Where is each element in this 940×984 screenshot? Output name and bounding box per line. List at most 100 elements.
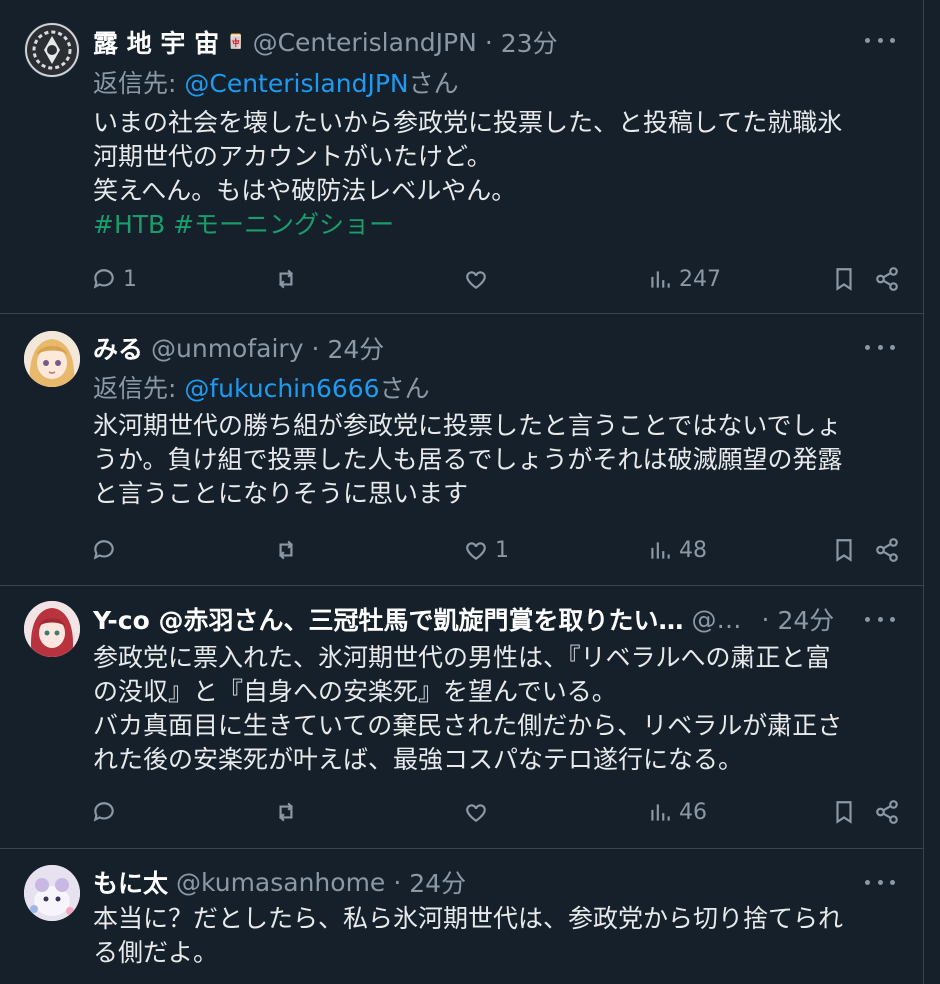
more-icon[interactable] [865, 337, 895, 357]
tweet[interactable]: みる @unmofairy · 24分 返信先: @fukuchin6666さん… [0, 313, 923, 586]
text-line: れた後の安楽死が叶えば、最強コスパなテロ遂行になる。 [93, 745, 744, 774]
user-handle[interactable]: @kumasanhome [176, 868, 385, 897]
views-count: 247 [679, 266, 721, 292]
separator-dot: · [761, 604, 770, 634]
views-count: 48 [679, 537, 707, 563]
action-bar: 1 48 [91, 533, 898, 567]
bookmark-icon [836, 268, 852, 291]
bookmark-button[interactable] [831, 262, 857, 296]
more-icon[interactable] [865, 872, 895, 892]
display-name[interactable]: 露 地 宇 宙 [93, 24, 219, 60]
display-name[interactable]: みる [93, 330, 143, 366]
like-button[interactable]: 1 [463, 533, 509, 567]
share-icon [876, 538, 898, 562]
bookmark-icon [836, 801, 852, 824]
reply-prefix: 返信先: [93, 374, 185, 403]
tweet-text: 本当に？だとしたら、私ら氷河期世代は、参政党から切り捨てられ る側だよ。 [93, 902, 897, 970]
text-line: 笑えへん。もはや破防法レベルやん。 [93, 176, 517, 205]
separator-dot: · [484, 27, 493, 57]
display-name[interactable]: もに太 [93, 864, 168, 900]
text-line: 氷河期世代の勝ち組が参政党に投票したと言うことではないでしょ [93, 411, 842, 440]
emoji-badge: 🀄 [227, 34, 245, 50]
separator-dot: · [393, 867, 402, 897]
views-button[interactable]: 46 [647, 795, 707, 829]
action-bar: 1 247 [91, 262, 898, 296]
views-icon [651, 271, 670, 288]
tweet-header: もに太 @kumasanhome · 24分 [93, 864, 863, 900]
text-line: 参政党に票入れた、氷河期世代の男性は、『リベラルへの粛正と富 [93, 643, 831, 672]
retweet-icon [279, 802, 293, 822]
share-button[interactable] [874, 262, 900, 296]
retweet-button[interactable] [273, 795, 299, 829]
views-icon [651, 542, 670, 559]
views-icon [651, 804, 670, 821]
reply-context: 返信先: @CenterislandJPNさん [93, 64, 459, 100]
text-line: る側だよ。 [93, 938, 219, 967]
avatar[interactable] [24, 865, 80, 921]
tweet-text: 参政党に票入れた、氷河期世代の男性は、『リベラルへの粛正と富 の没収』と『自身へ… [93, 641, 897, 777]
avatar[interactable] [24, 331, 80, 387]
text-line: バカ真面目に生きていての棄民された側だから、リベラルが粛正さ [93, 711, 843, 740]
more-icon[interactable] [865, 30, 895, 50]
like-button[interactable] [463, 795, 495, 829]
tweet[interactable]: もに太 @kumasanhome · 24分 本当に？だとしたら、私ら氷河期世代… [0, 848, 923, 984]
display-name[interactable]: Y-co @赤羽さん、三冠牡馬で凱旋門賞を取りたい… [93, 601, 684, 637]
text-line: 河期世代のアカウントがいたけど。 [93, 142, 492, 171]
share-icon [876, 800, 898, 824]
text-line: いまの社会を壊したいから参政党に投票した、と投稿してた就職氷 [93, 108, 843, 137]
reply-suffix: さん [408, 69, 459, 98]
timestamp[interactable]: 23分 [501, 24, 558, 60]
text-line: うか。負け組で投票した人も居るでしょうがそれは破滅願望の発露 [93, 445, 843, 474]
timestamp[interactable]: 24分 [409, 864, 466, 900]
share-button[interactable] [874, 795, 900, 829]
retweet-button[interactable] [273, 262, 299, 296]
tweet[interactable]: Y-co @赤羽さん、三冠牡馬で凱旋門賞を取りたい… @0… · 24分 参政党… [0, 585, 923, 849]
bookmark-button[interactable] [831, 795, 857, 829]
like-icon [466, 542, 486, 560]
timeline: 露 地 宇 宙 🀄 @CenterislandJPN · 23分 返信先: @C… [0, 0, 924, 984]
like-button[interactable] [463, 262, 495, 296]
user-handle[interactable]: @unmofairy [151, 334, 303, 363]
timestamp[interactable]: 24分 [777, 601, 834, 637]
tweet-header: Y-co @赤羽さん、三冠牡馬で凱旋門賞を取りたい… @0… · 24分 [93, 601, 863, 637]
retweet-button[interactable] [273, 533, 299, 567]
like-icon [466, 271, 486, 289]
tweet-header: みる @unmofairy · 24分 [93, 330, 863, 366]
hashtags[interactable]: #HTB #モーニングショー [93, 208, 897, 242]
tweet[interactable]: 露 地 宇 宙 🀄 @CenterislandJPN · 23分 返信先: @C… [0, 0, 923, 314]
user-handle[interactable]: @CenterislandJPN [253, 28, 477, 57]
more-icon[interactable] [865, 609, 895, 629]
action-bar: 46 [91, 795, 898, 829]
avatar[interactable] [24, 601, 80, 657]
bookmark-icon [836, 539, 852, 562]
retweet-icon [279, 540, 293, 560]
text-line: と言うことになりそうに思います [93, 479, 469, 508]
share-button[interactable] [874, 533, 900, 567]
avatar[interactable] [24, 22, 80, 78]
views-button[interactable]: 247 [647, 262, 721, 296]
user-handle[interactable]: @0… [692, 605, 754, 634]
tweet-text: 氷河期世代の勝ち組が参政党に投票したと言うことではないでしょ うか。負け組で投票… [93, 409, 897, 511]
views-button[interactable]: 48 [647, 533, 707, 567]
reply-suffix: さん [379, 374, 430, 403]
like-count: 1 [495, 537, 509, 563]
bookmark-button[interactable] [831, 533, 857, 567]
reply-button[interactable] [91, 533, 123, 567]
separator-dot: · [311, 333, 320, 363]
reply-button[interactable]: 1 [91, 262, 137, 296]
reply-button[interactable] [91, 795, 123, 829]
reply-to-link[interactable]: @CenterislandJPN [184, 69, 408, 98]
timestamp[interactable]: 24分 [327, 330, 384, 366]
reply-prefix: 返信先: [93, 69, 185, 98]
views-count: 46 [679, 799, 707, 825]
reply-icon [93, 802, 114, 822]
text-line: の没収』と『自身への安楽死』を望んでいる。 [93, 677, 617, 706]
retweet-icon [279, 269, 293, 289]
tweet-text: いまの社会を壊したいから参政党に投票した、と投稿してた就職氷 河期世代のアカウン… [93, 106, 897, 242]
reply-icon [93, 269, 114, 289]
reply-count: 1 [123, 266, 137, 292]
like-icon [466, 804, 486, 822]
text-line: 本当に？だとしたら、私ら氷河期世代は、参政党から切り捨てられ [93, 904, 844, 933]
share-icon [876, 267, 898, 291]
reply-to-link[interactable]: @fukuchin6666 [184, 374, 379, 403]
